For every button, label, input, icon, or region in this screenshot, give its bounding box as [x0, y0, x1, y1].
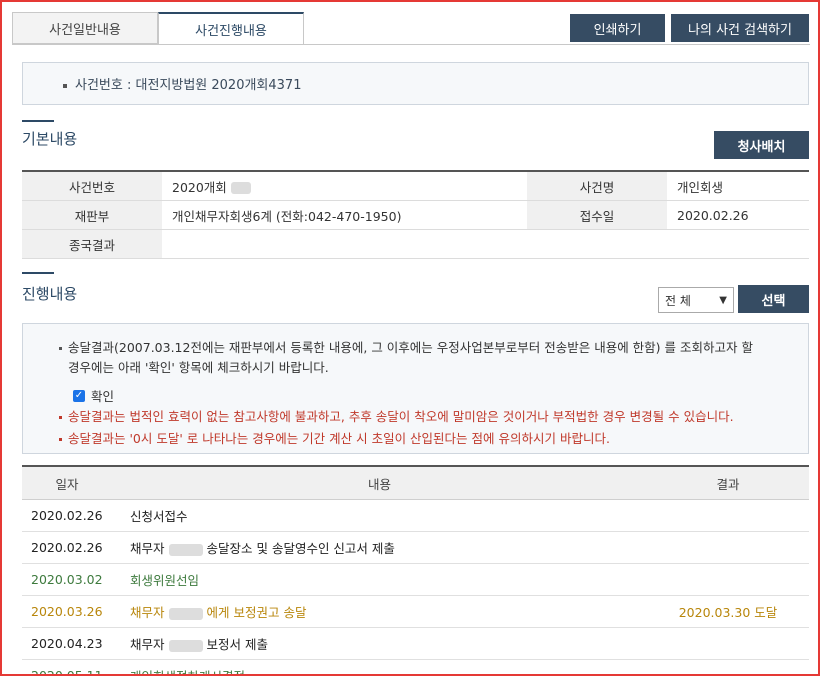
table-row: 사건번호 2020개회 사건명 개인회생	[22, 170, 809, 201]
row-content-suffix: 송달장소 및 송달영수인 신고서 제출	[206, 541, 395, 556]
my-case-search-button[interactable]: 나의 사건 검색하기	[671, 14, 809, 42]
bullet-icon	[59, 416, 62, 419]
warning-line: 송달결과는 법적인 효력이 없는 참고사항에 불과하고, 추후 송달이 착오에 …	[23, 406, 734, 425]
table-row: 2020.03.02 회생위원선임	[22, 563, 809, 596]
row-date: 2020.03.02	[22, 563, 112, 596]
value-case-number: 2020개회	[162, 170, 527, 201]
row-content-suffix: 에게 보정권고 송달	[206, 605, 307, 620]
progress-section-title: 진행내용	[22, 285, 78, 303]
tab-divider	[12, 44, 810, 45]
table-row: 2020.05.11 개인회생절차개시결정	[22, 659, 809, 674]
court-layout-button[interactable]: 청사배치	[714, 131, 809, 159]
basic-section-title: 기본내용	[22, 130, 78, 148]
check-icon: ✓	[73, 389, 85, 402]
table-row: 2020.02.26 채무자 송달장소 및 송달영수인 신고서 제출	[22, 531, 809, 564]
filter-select[interactable]: 전 체 ▼	[658, 287, 734, 313]
row-date: 2020.02.26	[22, 499, 112, 532]
warning-line: 송달결과는 '0시 도달' 로 나타나는 경우에는 기간 계산 시 초일이 산입…	[23, 428, 610, 447]
row-content-text: 개인회생절차개시결정	[130, 669, 245, 674]
row-content-text: 채무자	[130, 605, 165, 620]
row-result	[647, 659, 809, 674]
row-result: 2020.03.30 도달	[647, 595, 809, 628]
row-result	[647, 531, 809, 564]
table-row: 2020.04.23 채무자 보정서 제출	[22, 627, 809, 660]
row-content-text: 회생위원선임	[130, 573, 200, 588]
case-number-text: 사건번호 : 대전지방법원 2020개회4371	[75, 78, 302, 93]
row-date: 2020.02.26	[22, 531, 112, 564]
redacted-mask	[230, 182, 251, 194]
tab-bar: 사건일반내용 사건진행내용	[12, 12, 304, 45]
table-row: 재판부 개인채무자회생6계 (전화:042-470-1950) 접수일 2020…	[22, 200, 809, 230]
confirm-label: 확인	[91, 389, 115, 404]
row-content-suffix: 보정서 제출	[206, 637, 268, 652]
tab-general[interactable]: 사건일반내용	[12, 12, 158, 44]
row-content: 개인회생절차개시결정	[112, 659, 647, 674]
value-received-date: 2020.02.26	[667, 200, 809, 230]
row-content: 채무자 송달장소 및 송달영수인 신고서 제출	[112, 531, 647, 564]
redacted-mask	[168, 543, 203, 556]
notice-line: 송달결과(2007.03.12전에는 재판부에서 등록한 내용에, 그 이후에는…	[23, 337, 753, 356]
label-case-name: 사건명	[527, 170, 667, 201]
confirm-checkbox[interactable]: ✓ 확인	[73, 386, 114, 405]
value-final-result	[162, 229, 809, 259]
row-result	[647, 563, 809, 596]
label-received-date: 접수일	[527, 200, 667, 230]
filter-select-value: 전 체	[665, 293, 691, 308]
case-number-box: 사건번호 : 대전지방법원 2020개회4371	[22, 62, 809, 105]
row-content: 채무자 보정서 제출	[112, 627, 647, 660]
notice-box: 송달결과(2007.03.12전에는 재판부에서 등록한 내용에, 그 이후에는…	[22, 323, 809, 454]
row-content: 채무자 에게 보정권고 송달	[112, 595, 647, 628]
row-content: 신청서접수	[112, 499, 647, 532]
row-date: 2020.05.11	[22, 659, 112, 674]
label-division: 재판부	[22, 200, 162, 230]
row-content: 회생위원선임	[112, 563, 647, 596]
bullet-icon	[59, 347, 62, 350]
print-button[interactable]: 인쇄하기	[570, 14, 665, 42]
bullet-icon	[63, 83, 67, 88]
table-row: 2020.02.26 신청서접수	[22, 499, 809, 532]
label-case-number: 사건번호	[22, 170, 162, 201]
row-date: 2020.04.23	[22, 627, 112, 660]
section-mark	[22, 120, 54, 122]
row-content-text: 채무자	[130, 637, 165, 652]
table-header-row: 일자 내용 결과	[22, 465, 809, 500]
progress-table-body: 2020.02.26 신청서접수 2020.02.26 채무자 송달장소 및 송달영수인…	[22, 499, 809, 674]
chevron-down-icon: ▼	[719, 294, 727, 306]
label-final-result: 종국결과	[22, 229, 162, 259]
tab-progress[interactable]: 사건진행내용	[158, 12, 304, 45]
redacted-mask	[168, 639, 203, 652]
progress-table: 일자 내용 결과 2020.02.26 신청서접수 2020.02.26 채무자 송달장…	[22, 465, 809, 674]
header-content: 내용	[112, 465, 647, 500]
table-row: 종국결과	[22, 229, 809, 259]
header-result: 결과	[647, 465, 809, 500]
page-frame: 사건일반내용 사건진행내용 인쇄하기 나의 사건 검색하기 사건번호 : 대전지…	[0, 0, 820, 676]
table-row: 2020.03.26 채무자 에게 보정권고 송달 2020.03.30 도달	[22, 595, 809, 628]
header-date: 일자	[22, 465, 112, 500]
value-case-name: 개인회생	[667, 170, 809, 201]
notice-line: 경우에는 아래 '확인' 항목에 체크하시기 바랍니다.	[68, 360, 329, 375]
value-division: 개인채무자회생6계 (전화:042-470-1950)	[162, 200, 527, 230]
row-date: 2020.03.26	[22, 595, 112, 628]
bullet-icon	[59, 438, 62, 441]
row-result	[647, 627, 809, 660]
redacted-mask	[168, 607, 203, 620]
basic-info-table: 사건번호 2020개회 사건명 개인회생 재판부 개인채무자회생6계 (전화:0…	[22, 170, 809, 259]
section-mark	[22, 272, 54, 274]
row-content-text: 채무자	[130, 541, 165, 556]
row-result	[647, 499, 809, 532]
select-button[interactable]: 선택	[738, 285, 809, 313]
row-content-text: 신청서접수	[130, 509, 188, 524]
